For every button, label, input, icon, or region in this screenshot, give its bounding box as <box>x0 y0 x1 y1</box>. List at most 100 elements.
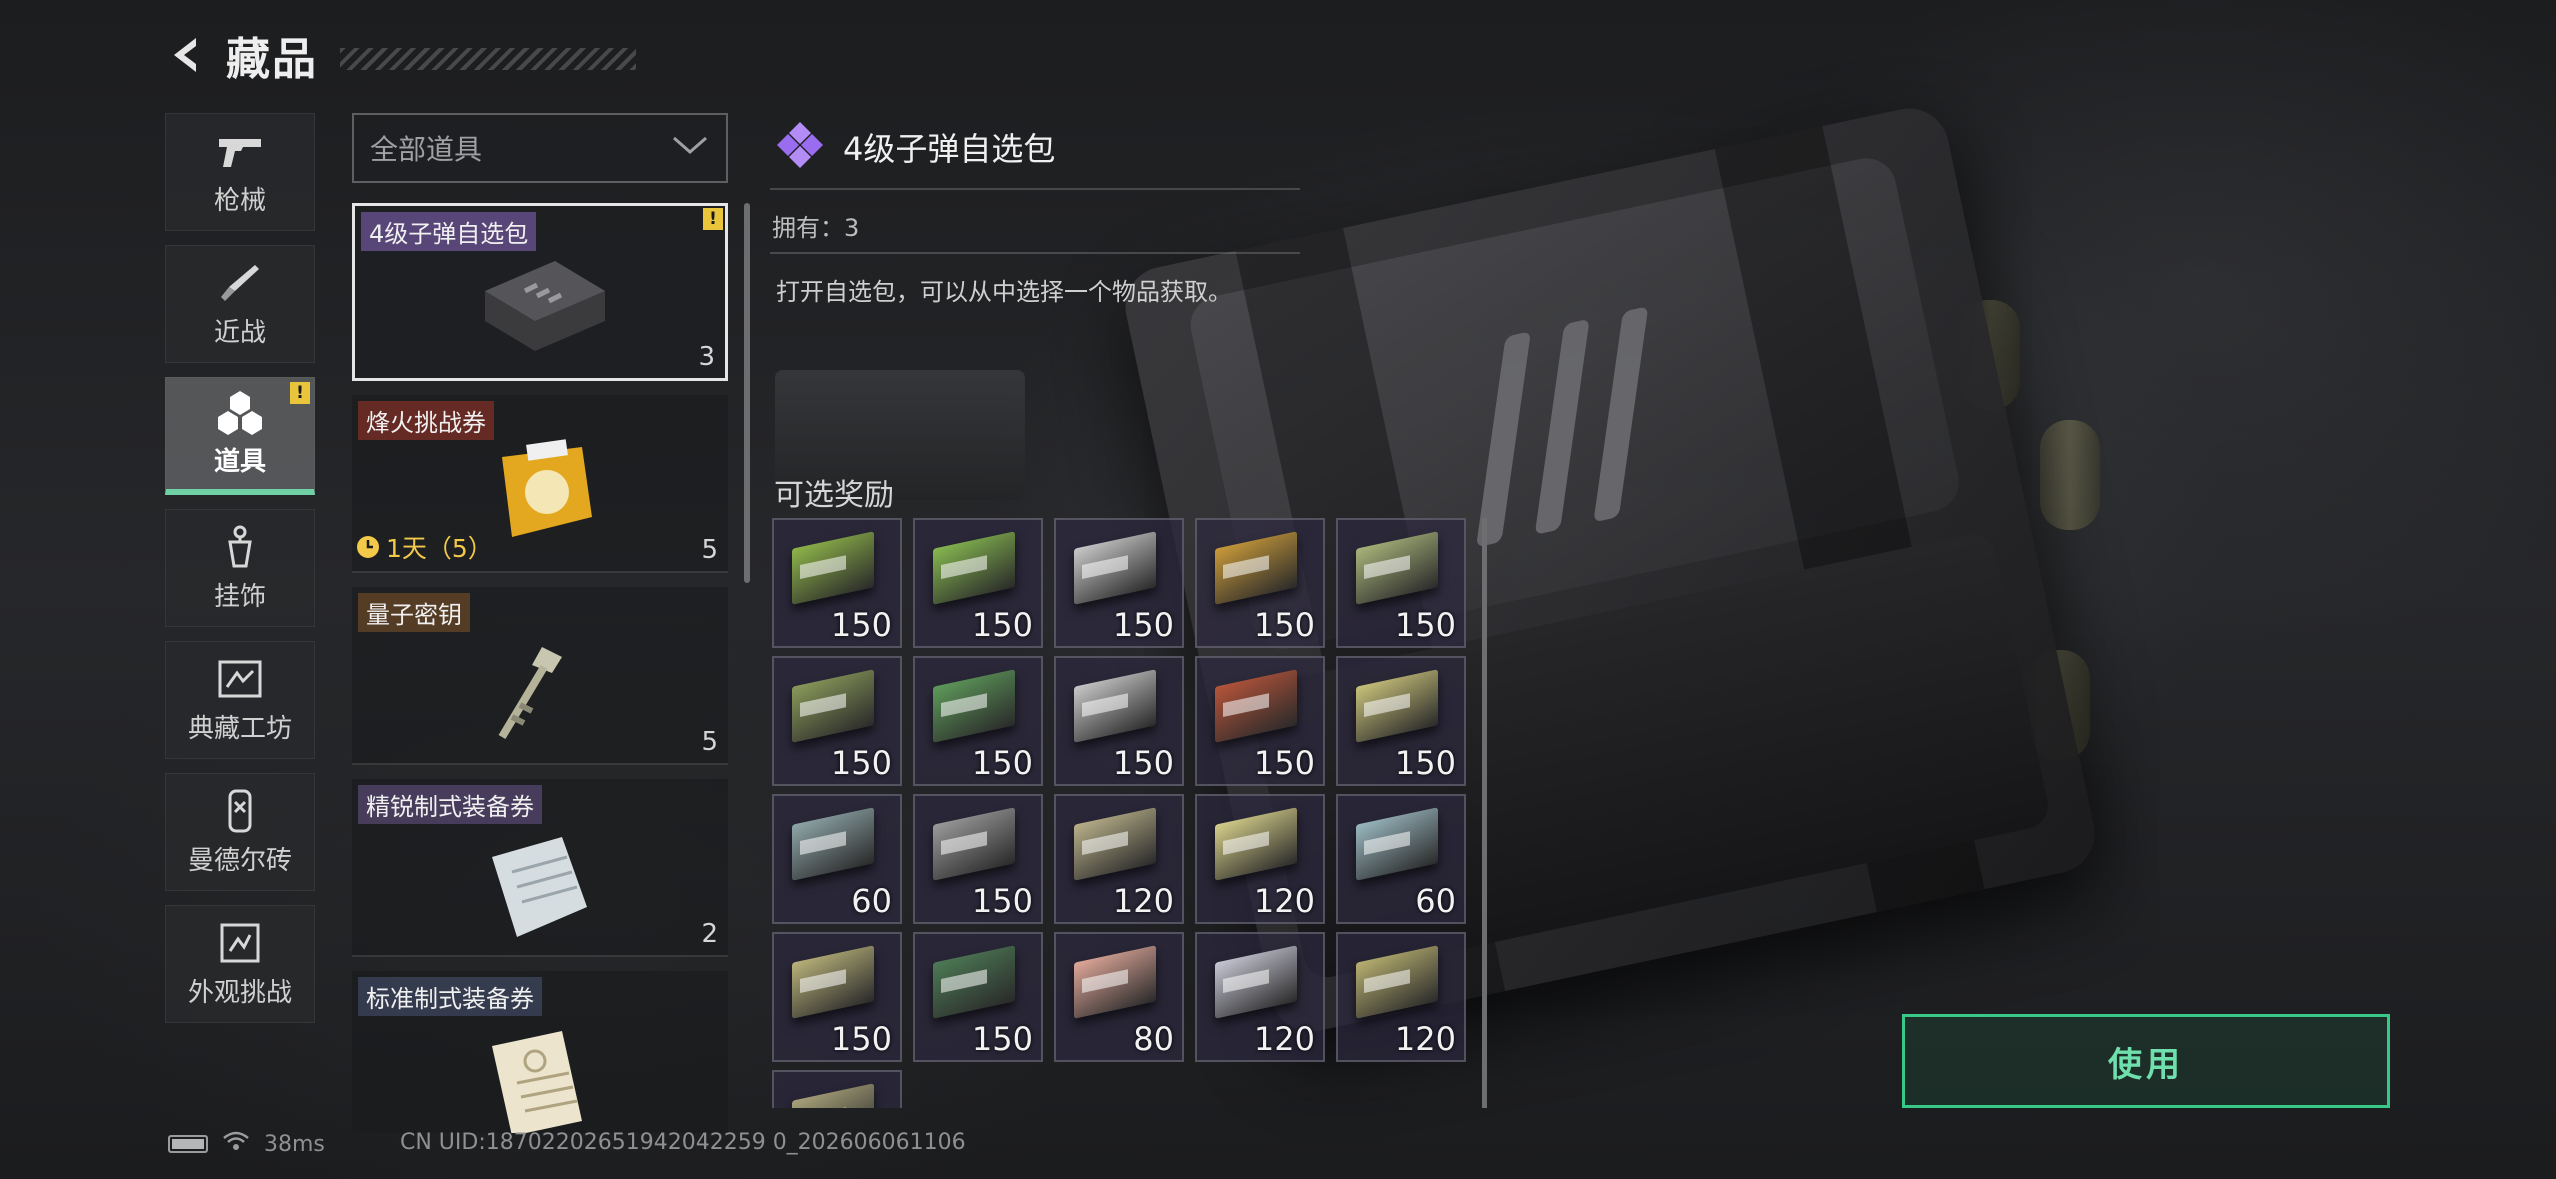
reward-cell[interactable]: 120 <box>1336 932 1466 1062</box>
list-item[interactable]: 4级子弹自选包 ! 3 <box>352 203 728 381</box>
user-uid: CN UID:18702202651942042259 0_2026060611… <box>400 1130 966 1155</box>
sidebar-item-mandel-brick[interactable]: 曼德尔砖 <box>165 773 315 891</box>
reward-quantity: 60 <box>851 882 892 920</box>
back-arrow-icon[interactable] <box>166 34 208 76</box>
warning-badge: ! <box>290 382 310 404</box>
ammo-box-icon <box>933 945 1015 1019</box>
item-count: 5 <box>701 727 718 757</box>
reward-cell[interactable]: 150 <box>772 656 902 786</box>
quantum-key-thumbnail <box>472 637 582 751</box>
list-item[interactable]: 烽火挑战券 1天（5） 5 <box>352 395 728 573</box>
clock-icon <box>357 536 379 558</box>
ammo-box-icon <box>1215 531 1297 605</box>
reward-cell[interactable]: 150 <box>772 932 902 1062</box>
ammo-box-icon <box>1215 945 1297 1019</box>
use-button-label: 使用 <box>2108 1044 2184 1085</box>
reward-quantity: 150 <box>830 1020 892 1058</box>
item-filter-dropdown[interactable]: 全部道具 <box>352 113 728 183</box>
item-list-scrollbar[interactable] <box>744 203 750 583</box>
reward-quantity: 150 <box>830 744 892 782</box>
reward-cell[interactable]: 60 <box>772 794 902 924</box>
pistol-icon <box>213 128 267 174</box>
sidebar-item-melee[interactable]: 近战 <box>165 245 315 363</box>
reward-cell[interactable]: 150 <box>913 932 1043 1062</box>
ammo-box-icon <box>792 807 874 881</box>
elite-equipment-voucher-thumbnail <box>472 827 602 951</box>
reward-cell[interactable] <box>772 1070 902 1108</box>
ammo-box-icon <box>1356 945 1438 1019</box>
reward-cell[interactable]: 150 <box>913 656 1043 786</box>
reward-cell[interactable]: 150 <box>772 518 902 648</box>
item-name: 标准制式装备券 <box>358 977 542 1016</box>
page-header: 藏品 <box>166 25 318 85</box>
category-sidebar: 枪械 近战 ! 道具 挂饰 典藏工坊 曼德尔砖 外观挑战 <box>165 113 315 1037</box>
sidebar-item-charms[interactable]: 挂饰 <box>165 509 315 627</box>
sidebar-item-props[interactable]: ! 道具 <box>165 377 315 495</box>
sidebar-item-appearance-challenge[interactable]: 外观挑战 <box>165 905 315 1023</box>
ammo-box-icon <box>1356 807 1438 881</box>
ammo-box-icon <box>1074 807 1156 881</box>
sidebar-item-workshop[interactable]: 典藏工坊 <box>165 641 315 759</box>
item-name: 量子密钥 <box>358 593 470 632</box>
knife-icon <box>213 260 267 306</box>
reward-cell[interactable]: 150 <box>913 518 1043 648</box>
ammo-box-icon <box>1215 669 1297 743</box>
reward-grid: 150 150 150 150 150 150 150 150 150 150 60 150 120 12… <box>772 518 1472 1108</box>
divider <box>770 188 1300 190</box>
header-hatch-decoration <box>340 48 636 70</box>
reward-cell[interactable]: 150 <box>1054 518 1184 648</box>
standard-equipment-voucher-thumbnail <box>477 1021 597 1133</box>
item-count: 5 <box>701 535 718 565</box>
reward-cell[interactable]: 150 <box>1195 656 1325 786</box>
list-item[interactable]: 精锐制式装备券 2 <box>352 779 728 957</box>
battery-icon <box>168 1135 208 1153</box>
grenade-prop <box>2040 420 2100 530</box>
reward-quantity: 150 <box>1253 606 1315 644</box>
owned-count: 拥有：3 <box>772 214 860 242</box>
detail-item-name: 4级子弹自选包 <box>843 130 1056 168</box>
ammo-box-icon <box>933 807 1015 881</box>
ammo-box-icon <box>1074 945 1156 1019</box>
ammo-box-icon <box>933 669 1015 743</box>
reward-quantity: 150 <box>1394 606 1456 644</box>
reward-quantity: 80 <box>1133 1020 1174 1058</box>
ammo-box-icon <box>933 531 1015 605</box>
reward-cell[interactable]: 120 <box>1054 794 1184 924</box>
reward-cell[interactable]: 150 <box>913 794 1043 924</box>
reward-cell[interactable]: 120 <box>1195 932 1325 1062</box>
item-name: 精锐制式装备券 <box>358 785 542 824</box>
list-item[interactable]: 标准制式装备券 <box>352 971 728 1133</box>
reward-quantity: 120 <box>1253 882 1315 920</box>
reward-cell[interactable]: 120 <box>1195 794 1325 924</box>
charm-icon <box>213 524 267 570</box>
item-list: 4级子弹自选包 ! 3 烽火挑战券 1天（5） 5 量子密钥 5 精锐制式装备券… <box>352 203 730 1133</box>
frame-icon <box>213 656 267 702</box>
chevron-down-icon <box>672 136 708 160</box>
reward-quantity: 150 <box>1253 744 1315 782</box>
item-count: 3 <box>698 342 715 372</box>
sidebar-item-firearms[interactable]: 枪械 <box>165 113 315 231</box>
reward-quantity: 150 <box>971 882 1033 920</box>
reward-quantity: 150 <box>1112 606 1174 644</box>
rarity-diamond-icon <box>773 118 827 176</box>
ammo-box-icon <box>1356 531 1438 605</box>
wifi-icon <box>222 1130 250 1158</box>
reward-quantity: 60 <box>1415 882 1456 920</box>
ammo-box-icon <box>792 531 874 605</box>
reward-cell[interactable]: 150 <box>1195 518 1325 648</box>
ammo-box-icon <box>792 1083 874 1108</box>
use-button[interactable]: 使用 <box>1902 1014 2390 1108</box>
reward-grid-scrollbar[interactable] <box>1482 518 1487 1108</box>
reward-cell[interactable]: 60 <box>1336 794 1466 924</box>
reward-cell[interactable]: 80 <box>1054 932 1184 1062</box>
list-item[interactable]: 量子密钥 5 <box>352 587 728 765</box>
reward-cell[interactable]: 150 <box>1054 656 1184 786</box>
ammo-box-icon <box>792 945 874 1019</box>
status-bar: 38ms <box>168 1130 325 1158</box>
reward-quantity: 120 <box>1394 1020 1456 1058</box>
ping-value: 38ms <box>264 1131 325 1157</box>
reward-cell[interactable]: 150 <box>1336 656 1466 786</box>
reward-cell[interactable]: 150 <box>1336 518 1466 648</box>
reward-quantity: 150 <box>1112 744 1174 782</box>
reward-quantity: 150 <box>830 606 892 644</box>
